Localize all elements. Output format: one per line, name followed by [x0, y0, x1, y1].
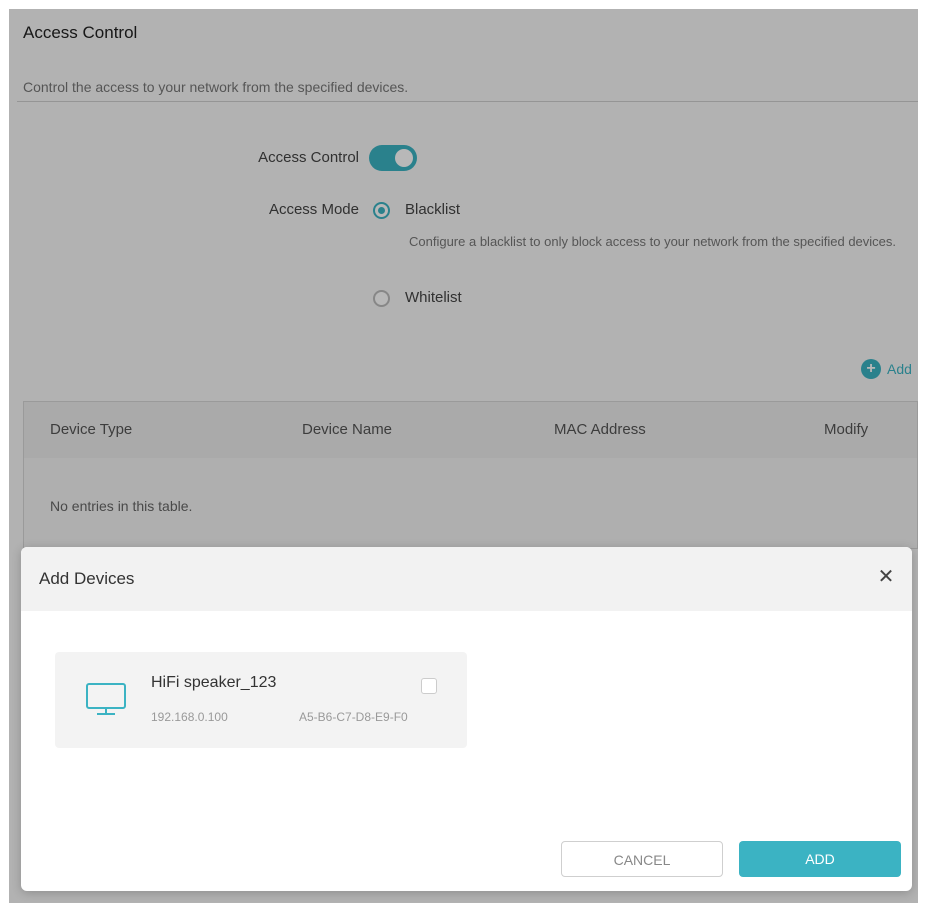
monitor-icon	[86, 683, 126, 715]
access-control-page: Access Control Control the access to you…	[9, 9, 918, 903]
device-checkbox[interactable]	[421, 678, 437, 694]
cancel-button[interactable]: CANCEL	[561, 841, 723, 877]
close-icon[interactable]: ✕	[874, 565, 898, 589]
dialog-header: Add Devices ✕	[21, 547, 912, 611]
device-mac: A5-B6-C7-D8-E9-F0	[299, 710, 408, 724]
device-card[interactable]: HiFi speaker_123 192.168.0.100 A5-B6-C7-…	[55, 652, 467, 748]
device-ip: 192.168.0.100	[151, 710, 228, 724]
dialog-title: Add Devices	[39, 569, 135, 588]
add-devices-dialog: Add Devices ✕ HiFi speaker_123 192.168.0…	[21, 547, 912, 891]
add-button[interactable]: ADD	[739, 841, 901, 877]
device-name: HiFi speaker_123	[151, 674, 277, 691]
